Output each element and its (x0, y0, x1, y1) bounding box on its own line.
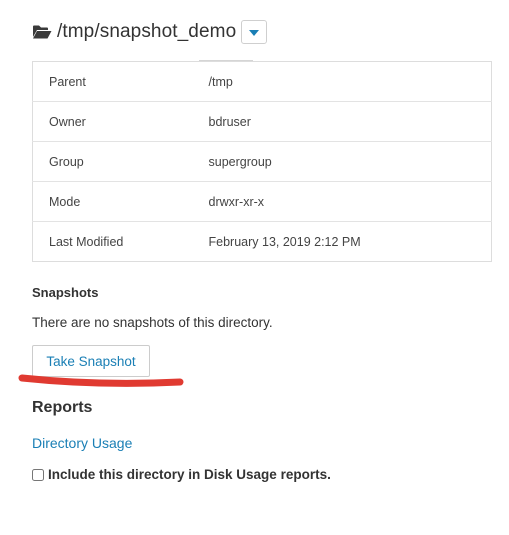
property-value: bdruser (192, 101, 492, 142)
property-value: /tmp (208, 74, 233, 89)
include-in-disk-usage-option[interactable]: Include this directory in Disk Usage rep… (32, 467, 331, 482)
table-row: Group supergroup (32, 141, 492, 182)
caret-down-icon (249, 23, 260, 41)
directory-properties-table: Parent /tmp Owner bdruser Group supergro… (32, 61, 492, 262)
snapshots-heading: Snapshots (32, 285, 99, 300)
property-key: Group (32, 141, 193, 182)
red-underline-annotation (18, 374, 184, 387)
no-snapshots-message: There are no snapshots of this directory… (32, 315, 273, 330)
take-snapshot-button[interactable]: Take Snapshot (32, 345, 150, 377)
property-value: supergroup (192, 141, 492, 182)
include-in-disk-usage-checkbox[interactable] (32, 468, 44, 481)
table-row: Owner bdruser (32, 101, 492, 142)
property-key: Last Modified (32, 221, 193, 262)
property-key: Owner (32, 101, 193, 142)
include-in-disk-usage-label: Include this directory in Disk Usage rep… (48, 467, 331, 482)
folder-open-icon (32, 24, 52, 40)
reports-heading: Reports (32, 399, 93, 416)
property-key: Parent (49, 74, 86, 89)
property-key: Mode (32, 181, 193, 222)
table-row: Parent /tmp (33, 62, 492, 102)
directory-usage-link[interactable]: Directory Usage (32, 435, 132, 451)
directory-details-page: /tmp/snapshot_demo Parent /tmp Owner bdr… (0, 0, 509, 535)
table-row: Mode drwxr-xr-x (32, 181, 492, 222)
directory-actions-dropdown[interactable] (241, 20, 268, 44)
property-value: February 13, 2019 2:12 PM (192, 221, 492, 262)
table-row: Last Modified February 13, 2019 2:12 PM (32, 221, 492, 262)
property-value: drwxr-xr-x (192, 181, 492, 222)
directory-header: /tmp/snapshot_demo (32, 18, 268, 46)
directory-path: /tmp/snapshot_demo (57, 21, 237, 42)
